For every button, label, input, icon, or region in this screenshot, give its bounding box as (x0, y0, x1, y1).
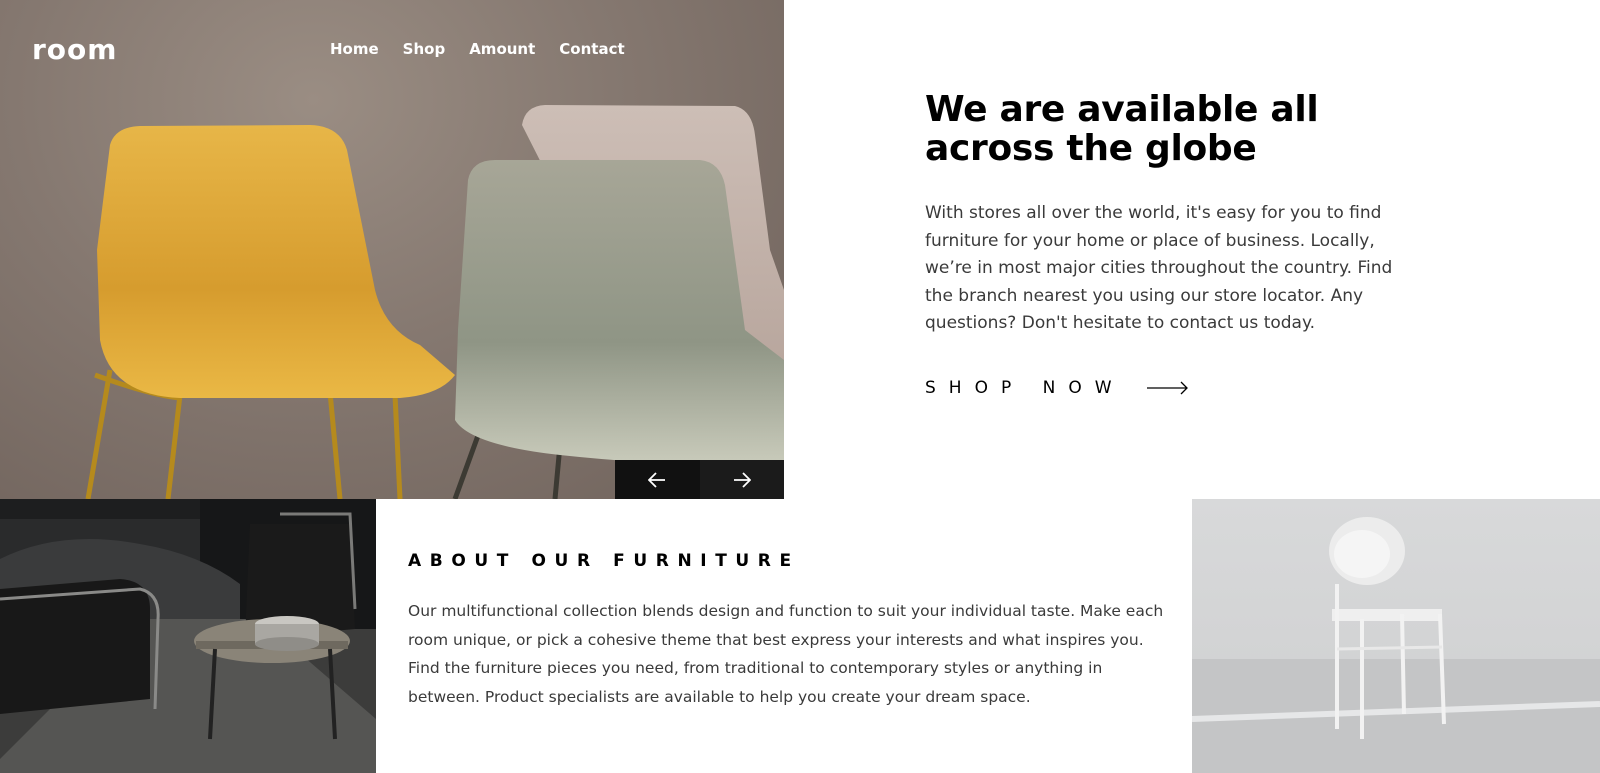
shop-now-link[interactable]: SHOP NOW (925, 378, 1445, 398)
arrow-left-icon (648, 471, 666, 488)
long-arrow-right-icon (1146, 381, 1188, 394)
shop-now-label: SHOP NOW (925, 377, 1125, 398)
white-chair-photo (1192, 499, 1600, 773)
slider-next-button[interactable] (699, 460, 784, 499)
nav-contact[interactable]: Contact (559, 40, 624, 58)
hero-content: We are available all across the globe Wi… (925, 90, 1445, 398)
arrow-right-icon (733, 471, 751, 488)
slider-controls (615, 460, 784, 499)
about-section: ABOUT OUR FURNITURE Our multifunctional … (376, 499, 1192, 773)
slider-prev-button[interactable] (615, 460, 700, 499)
logo[interactable]: room (32, 33, 117, 66)
nav-links: Home Shop Amount Contact (330, 40, 625, 58)
top-nav: room Home Shop Amount Contact (0, 0, 784, 100)
headline: We are available all across the globe (925, 89, 1319, 169)
dark-room-art (0, 499, 376, 773)
living-room-photo (0, 499, 376, 773)
nav-home[interactable]: Home (330, 40, 379, 58)
hero-image: room Home Shop Amount Contact (0, 0, 784, 499)
nav-shop[interactable]: Shop (403, 40, 446, 58)
about-text: Our multifunctional collection blends de… (408, 602, 1164, 706)
about-title: ABOUT OUR FURNITURE (408, 551, 800, 571)
white-chair-art (1192, 517, 1600, 773)
hero-description: With stores all over the world, it's eas… (925, 203, 1393, 333)
nav-amount[interactable]: Amount (469, 40, 535, 58)
